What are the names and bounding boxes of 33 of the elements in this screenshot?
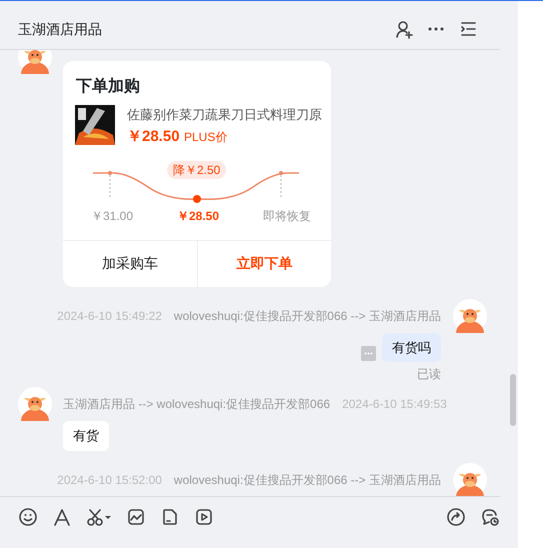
product-price: ￥28.50 <box>127 128 180 144</box>
price-point: 即将恢复 <box>263 208 311 224</box>
price-point: ￥28.50 <box>177 208 220 224</box>
price-point: ￥31.00 <box>91 208 134 224</box>
timestamp: 2024-6-10 15:52:00 <box>57 472 162 488</box>
message-route: 玉湖酒店用品 --> woloveshuqi:促佳搜品开发部066 <box>63 396 330 413</box>
window-title: 玉湖酒店用品 <box>18 20 103 38</box>
card-title: 下单加购 <box>75 76 141 97</box>
price-drop-badge: 降￥2.50 <box>167 160 226 178</box>
avatar-icon <box>18 387 52 421</box>
price-tag: PLUS价 <box>184 130 228 144</box>
message-route: woloveshuqi:促佳搜品开发部066 --> 玉湖酒店用品 <box>174 308 441 324</box>
avatar-icon <box>453 298 487 332</box>
video-icon[interactable] <box>194 507 214 527</box>
scissors-icon[interactable] <box>86 507 112 527</box>
message-bubble: 有货吗 <box>382 332 441 362</box>
message-bubble: 有货 <box>63 421 109 450</box>
image-icon[interactable] <box>126 507 146 527</box>
share-icon[interactable] <box>446 507 466 527</box>
read-status: 已读 <box>417 366 441 383</box>
product-name: 佐藤别作菜刀蔬果刀日式料理刀原 <box>127 106 322 124</box>
timestamp: 2024-6-10 15:49:22 <box>57 308 162 324</box>
avatar-icon <box>18 50 52 74</box>
timestamp: 2024-6-10 15:49:53 <box>342 396 447 413</box>
message-route: woloveshuqi:促佳搜品开发部066 --> 玉湖酒店用品 <box>174 472 441 488</box>
font-icon[interactable] <box>52 507 72 527</box>
add-person-icon[interactable] <box>394 19 414 39</box>
add-to-cart-button[interactable]: 加采购车 <box>63 240 196 286</box>
file-icon[interactable] <box>160 507 180 527</box>
avatar-icon <box>453 462 487 496</box>
history-icon[interactable] <box>480 507 500 527</box>
scrollbar-thumb[interactable] <box>510 374 516 426</box>
emoji-icon[interactable] <box>18 507 38 527</box>
